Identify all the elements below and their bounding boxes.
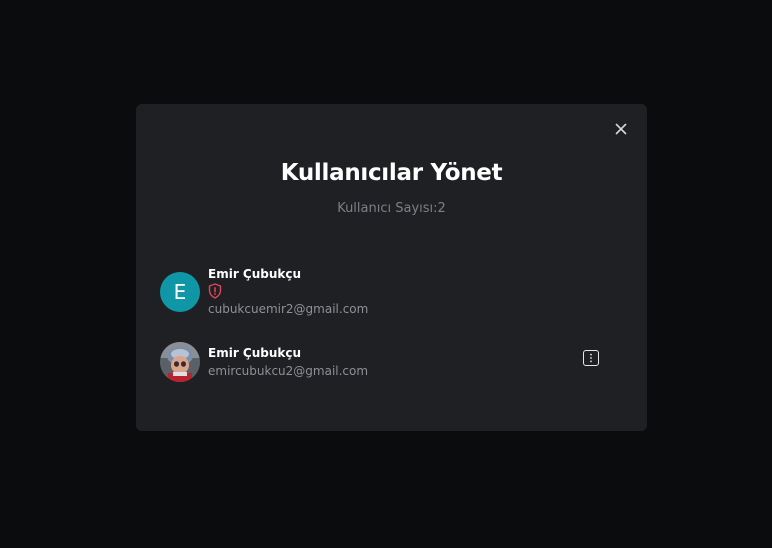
modal-title: Kullanıcılar Yönet — [280, 160, 503, 186]
manage-users-modal: Kullanıcılar Yönet Kullanıcı Sayısı:2 E … — [136, 104, 647, 431]
user-email: emircubukcu2@gmail.com — [208, 363, 369, 378]
user-list-item: E Emir Çubukçu cubukcuemir2@gmail.com — [160, 267, 623, 317]
avatar: E — [160, 272, 200, 312]
avatar — [160, 342, 200, 382]
user-actions-button[interactable] — [583, 350, 599, 366]
user-info: Emir Çubukçu emircubukcu2@gmail.com — [208, 346, 368, 379]
user-list-item: Emir Çubukçu emircubukcu2@gmail.com — [160, 342, 623, 382]
user-name: Emir Çubukçu — [208, 345, 302, 360]
user-name: Emir Çubukçu — [208, 267, 302, 281]
more-vertical-icon — [590, 353, 592, 363]
close-icon — [615, 123, 627, 135]
user-info: Emir Çubukçu cubukcuemir2@gmail.com — [208, 267, 368, 317]
close-button[interactable] — [611, 119, 631, 139]
user-count: Kullanıcı Sayısı:2 — [337, 201, 446, 216]
user-email: cubukcuemir2@gmail.com — [208, 302, 369, 316]
profile-photo — [160, 342, 200, 382]
shield-alert-icon — [208, 283, 222, 299]
